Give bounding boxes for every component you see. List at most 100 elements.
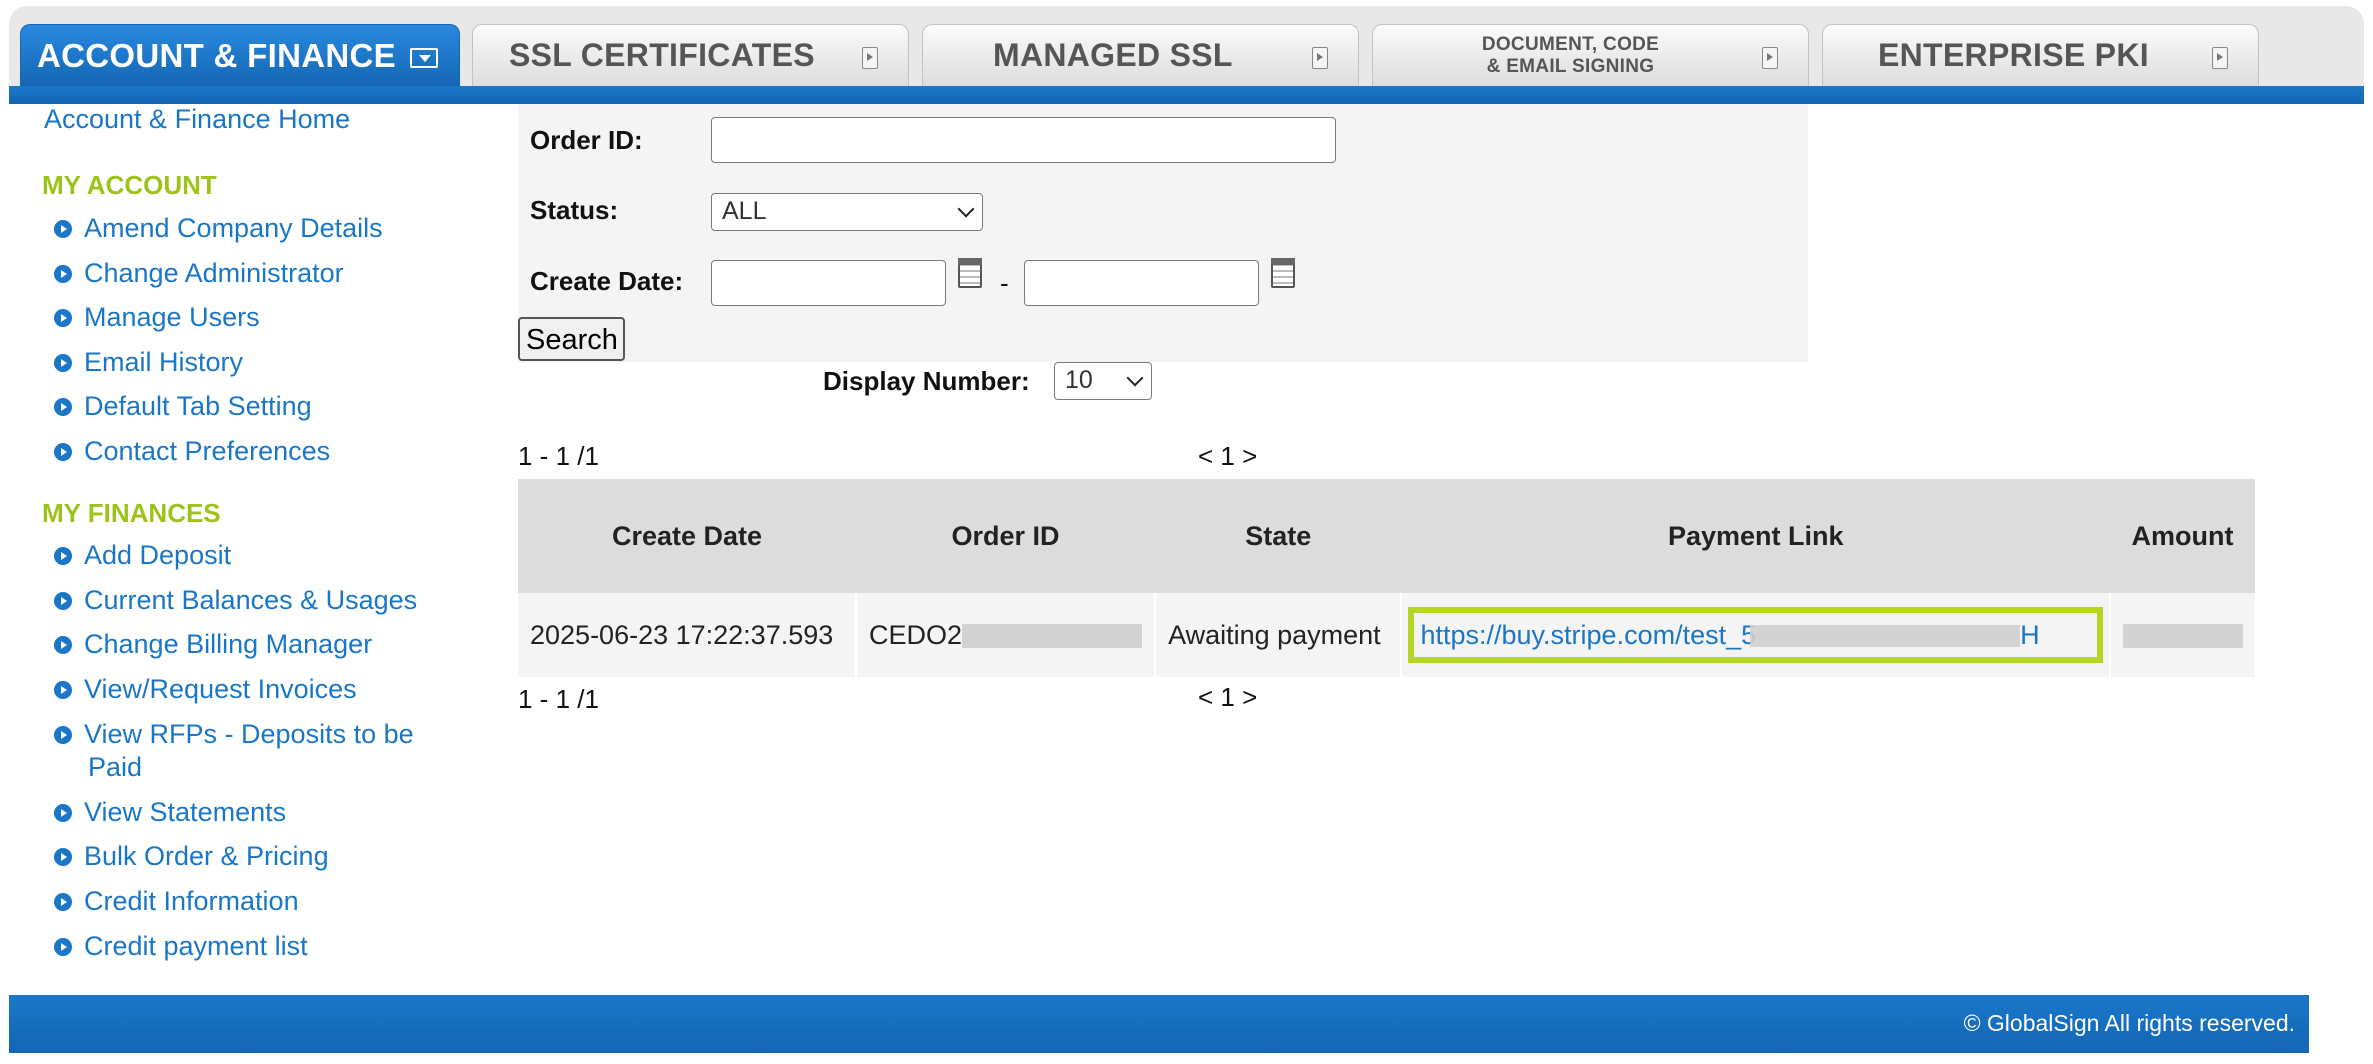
chevron-right-box-icon[interactable] [1762,47,1778,69]
sidebar-item-add-deposit[interactable]: Add Deposit [54,539,484,572]
status-select-value: ALL [722,197,767,225]
column-header-order-id: Order ID [856,479,1156,593]
sidebar-item-email-history[interactable]: Email History [54,346,484,379]
chevron-down-icon [957,200,975,218]
arrow-circle-icon [54,726,72,744]
payment-link-visible-text: https://buy.stripe.com/test_5 [1420,619,1757,650]
table-header-row: Create Date Order ID State Payment Link … [518,479,2255,593]
status-label: Status: [530,195,619,225]
sidebar-item-manage-users[interactable]: Manage Users [54,301,484,334]
order-id-visible-text: CEDO2 [869,619,963,650]
tab-label: ENTERPRISE PKI [1878,37,2149,73]
sidebar-item-amend-company-details[interactable]: Amend Company Details [54,212,484,245]
chevron-right-box-icon[interactable] [2212,47,2228,69]
tab-label: MANAGED SSL [993,37,1233,73]
create-date-from-input[interactable] [711,260,946,306]
sidebar-link[interactable]: Manage Users [84,301,484,334]
arrow-circle-icon [54,848,72,866]
calendar-icon[interactable] [958,258,982,288]
column-header-state: State [1155,479,1402,593]
column-header-create-date: Create Date [518,479,857,593]
tab-underline-bar [9,86,2364,104]
sidebar-link-account-finance-home[interactable]: Account & Finance Home [44,104,350,135]
order-id-input[interactable] [711,117,1336,163]
display-number-value: 10 [1065,366,1093,394]
highlight-box: https://buy.stripe.com/test_5 H [1408,607,2103,663]
order-id-label: Order ID: [530,125,643,155]
cell-create-date: 2025-06-23 17:22:37.593 [518,593,858,677]
tab-account-finance[interactable]: ACCOUNT & FINANCE [20,24,460,86]
pager-bottom[interactable]: < 1 > [1198,682,1257,713]
tab-document-code-email-signing[interactable]: DOCUMENT, CODE & EMAIL SIGNING [1372,24,1809,86]
sidebar-link[interactable]: View RFPs - Deposits to be Paid [84,718,484,784]
sidebar-link[interactable]: Email History [84,346,484,379]
display-number-select[interactable]: 10 [1054,362,1152,400]
sidebar-heading-my-finances: MY FINANCES [42,498,221,528]
arrow-circle-icon [54,804,72,822]
arrow-circle-icon [54,636,72,654]
tab-ssl-certificates[interactable]: SSL CERTIFICATES [472,24,909,86]
tab-label: DOCUMENT, CODE & EMAIL SIGNING [1482,34,1659,78]
sidebar-link[interactable]: Change Administrator [84,257,484,290]
arrow-circle-icon [54,354,72,372]
sidebar-link[interactable]: Credit payment list [84,930,484,963]
sidebar-item-current-balances-usages[interactable]: Current Balances & Usages [54,584,484,617]
create-date-label: Create Date: [530,266,684,296]
chevron-right-box-icon[interactable] [1312,47,1328,69]
footer: © GlobalSign All rights reserved. [9,995,2309,1053]
status-select[interactable]: ALL [711,193,983,231]
arrow-circle-icon [54,220,72,238]
sidebar-link-line1: View RFPs - Deposits to be [84,719,414,749]
sidebar-item-view-request-invoices[interactable]: View/Request Invoices [54,673,484,706]
tab-enterprise-pki[interactable]: ENTERPRISE PKI [1822,24,2259,86]
chevron-down-box-icon[interactable] [409,47,438,68]
arrow-circle-icon [54,893,72,911]
sidebar-item-credit-information[interactable]: Credit Information [54,885,484,918]
sidebar-item-credit-payment-list[interactable]: Credit payment list [54,930,484,963]
arrow-circle-icon [54,592,72,610]
sidebar-link[interactable]: Bulk Order & Pricing [84,840,484,873]
sidebar-link[interactable]: Default Tab Setting [84,390,484,423]
cell-order-id: CEDO2 [856,593,1157,677]
chevron-right-box-icon[interactable] [862,47,878,69]
sidebar-link[interactable]: View Statements [84,796,484,829]
sidebar-link[interactable]: Change Billing Manager [84,628,484,661]
sidebar-item-change-administrator[interactable]: Change Administrator [54,257,484,290]
results-range-top: 1 - 1 /1 [518,441,599,471]
arrow-circle-icon [54,398,72,416]
arrow-circle-icon [54,681,72,699]
calendar-icon[interactable] [1271,258,1295,288]
redacted-block [962,624,1143,649]
column-header-amount: Amount [2109,479,2255,593]
search-button[interactable]: Search [518,317,625,361]
column-header-payment-link: Payment Link [1401,479,2110,593]
sidebar-link[interactable]: Current Balances & Usages [84,584,484,617]
tab-label-line1: DOCUMENT, CODE [1481,33,1660,55]
payment-link[interactable]: https://buy.stripe.com/test_5 H [1420,620,2039,651]
sidebar-item-view-statements[interactable]: View Statements [54,796,484,829]
sidebar-heading-my-account: MY ACCOUNT [42,170,217,200]
table-row: 2025-06-23 17:22:37.593 CEDO2 Awaiting p… [518,593,2255,677]
copyright-text: © GlobalSign All rights reserved. [1963,1010,2295,1036]
pager-top[interactable]: < 1 > [1198,441,1257,472]
sidebar-link[interactable]: Contact Preferences [84,435,484,468]
chevron-down-icon [1126,369,1144,387]
sidebar-item-default-tab-setting[interactable]: Default Tab Setting [54,390,484,423]
tab-managed-ssl[interactable]: MANAGED SSL [922,24,1359,86]
sidebar-item-view-rfps[interactable]: View RFPs - Deposits to be Paid [54,718,484,784]
sidebar-link[interactable]: Add Deposit [84,539,484,572]
sidebar-link[interactable]: Credit Information [84,885,484,918]
sidebar-link[interactable]: View/Request Invoices [84,673,484,706]
sidebar-item-contact-preferences[interactable]: Contact Preferences [54,435,484,468]
arrow-circle-icon [54,938,72,956]
tab-label-line2: & EMAIL SIGNING [1486,55,1655,77]
sidebar-item-bulk-order-pricing[interactable]: Bulk Order & Pricing [54,840,484,873]
create-date-to-input[interactable] [1024,260,1259,306]
sidebar-link[interactable]: Amend Company Details [84,212,484,245]
display-number-label: Display Number: [823,366,1030,396]
sidebar-item-change-billing-manager[interactable]: Change Billing Manager [54,628,484,661]
cell-payment-link: https://buy.stripe.com/test_5 H [1401,593,2111,677]
redacted-block [2122,624,2243,649]
payment-link-tail-text: H [2020,619,2040,650]
results-range-bottom: 1 - 1 /1 [518,684,599,714]
